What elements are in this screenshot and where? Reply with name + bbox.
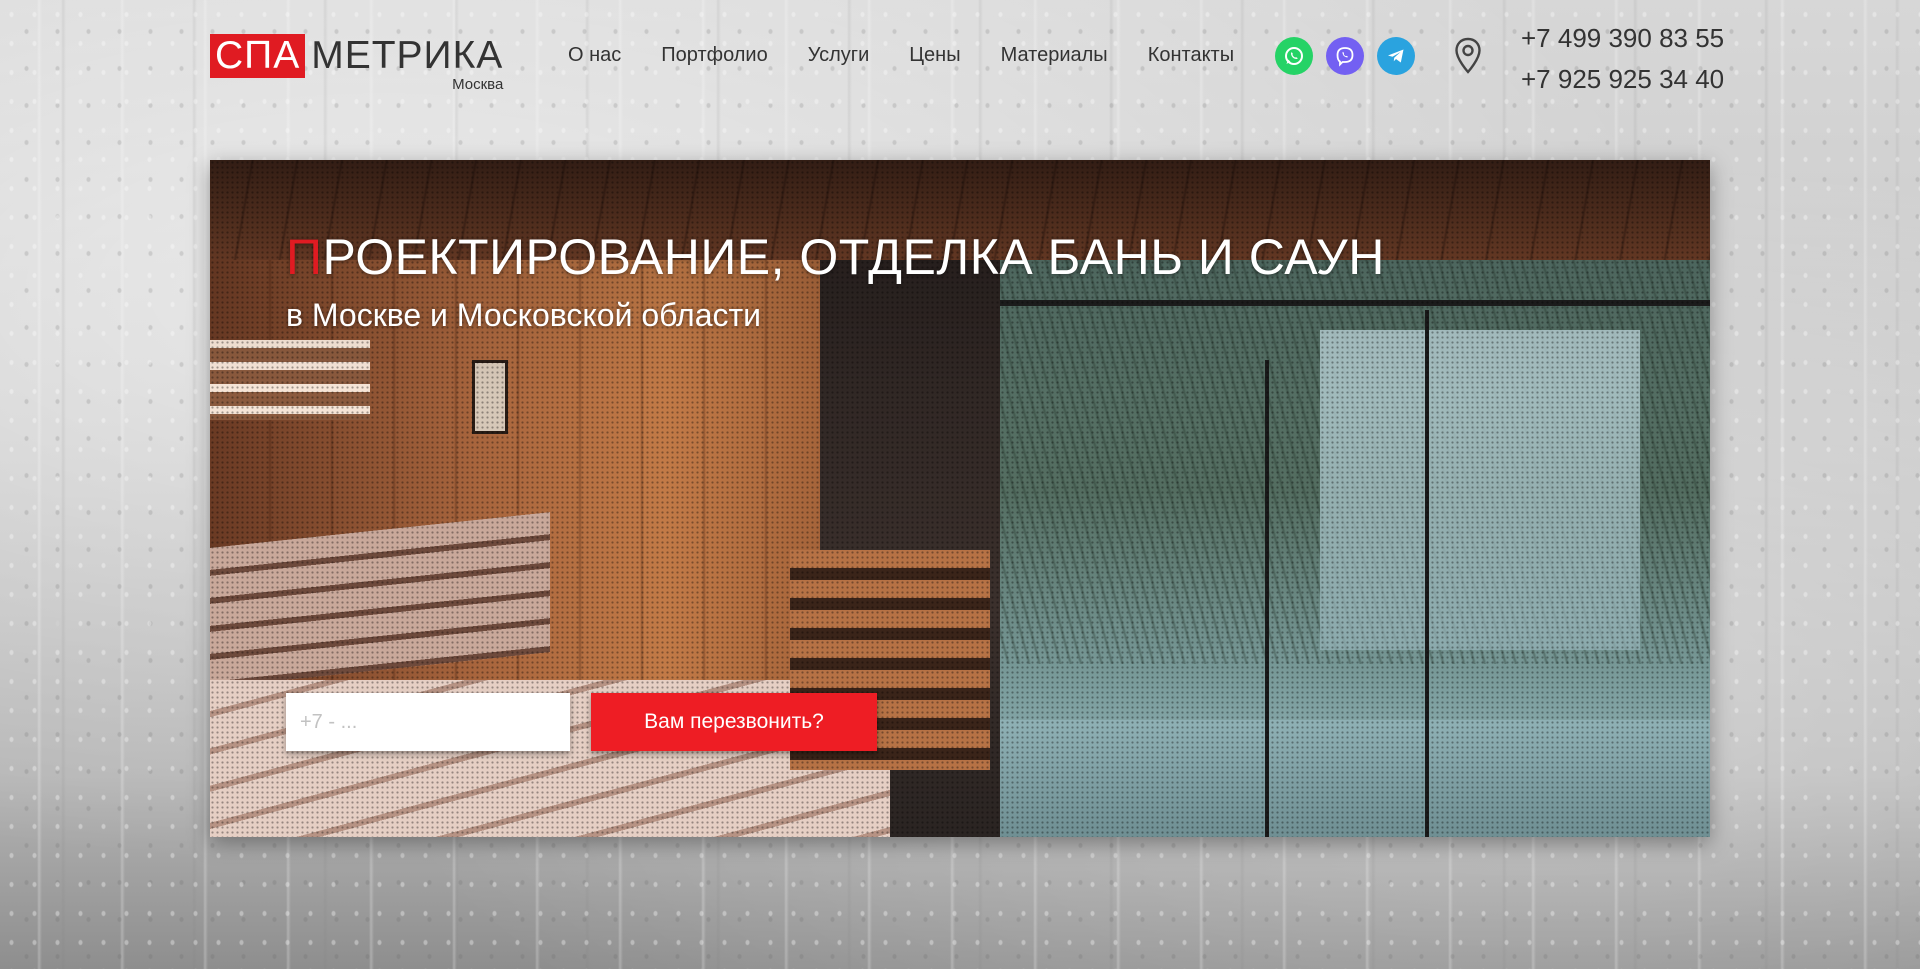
nav-item-materials[interactable]: Материалы [1001,44,1108,67]
site-logo[interactable]: СПА МЕТРИКА Москва [210,34,504,93]
nav-item-portfolio[interactable]: Портфолио [661,44,767,67]
messenger-links [1275,37,1415,75]
main-nav: О нас Портфолио Услуги Цены Материалы Ко… [568,44,1234,67]
viber-icon [1336,47,1354,67]
phone-link-primary[interactable]: +7 499 390 83 55 [1521,23,1724,53]
map-pin-icon [1455,37,1481,74]
phone-link-secondary[interactable]: +7 925 925 34 40 [1521,64,1724,94]
logo-wordmark: МЕТРИКА [311,34,504,77]
whatsapp-icon [1285,47,1303,65]
logo-city: Москва [452,76,504,93]
logo-spa-badge: СПА [210,34,306,78]
telegram-icon [1388,49,1404,63]
telegram-button[interactable] [1377,37,1415,75]
hero-title-rest: РОЕКТИРОВАНИЕ, ОТДЕЛКА БАНЬ И САУН [322,229,1385,285]
whatsapp-button[interactable] [1275,37,1313,75]
callback-phone-input[interactable] [286,693,570,751]
site-header: СПА МЕТРИКА Москва О нас Портфолио Услуг… [0,0,1920,120]
phone-numbers: +7 499 390 83 55 +7 925 925 34 40 [1521,18,1724,100]
nav-item-about[interactable]: О нас [568,44,621,67]
location-link[interactable] [1452,36,1484,81]
nav-item-contacts[interactable]: Контакты [1148,44,1234,67]
nav-item-prices[interactable]: Цены [909,44,960,67]
nav-item-services[interactable]: Услуги [808,44,870,67]
hero-subtitle: в Москве и Московской области [286,297,762,333]
hero-banner: ПРОЕКТИРОВАНИЕ, ОТДЕЛКА БАНЬ И САУН в Мо… [210,160,1710,837]
viber-button[interactable] [1326,37,1364,75]
hero-title: ПРОЕКТИРОВАНИЕ, ОТДЕЛКА БАНЬ И САУН [286,228,1385,286]
hero-title-first-letter: П [286,229,323,285]
callback-button[interactable]: Вам перезвонить? [591,693,877,751]
